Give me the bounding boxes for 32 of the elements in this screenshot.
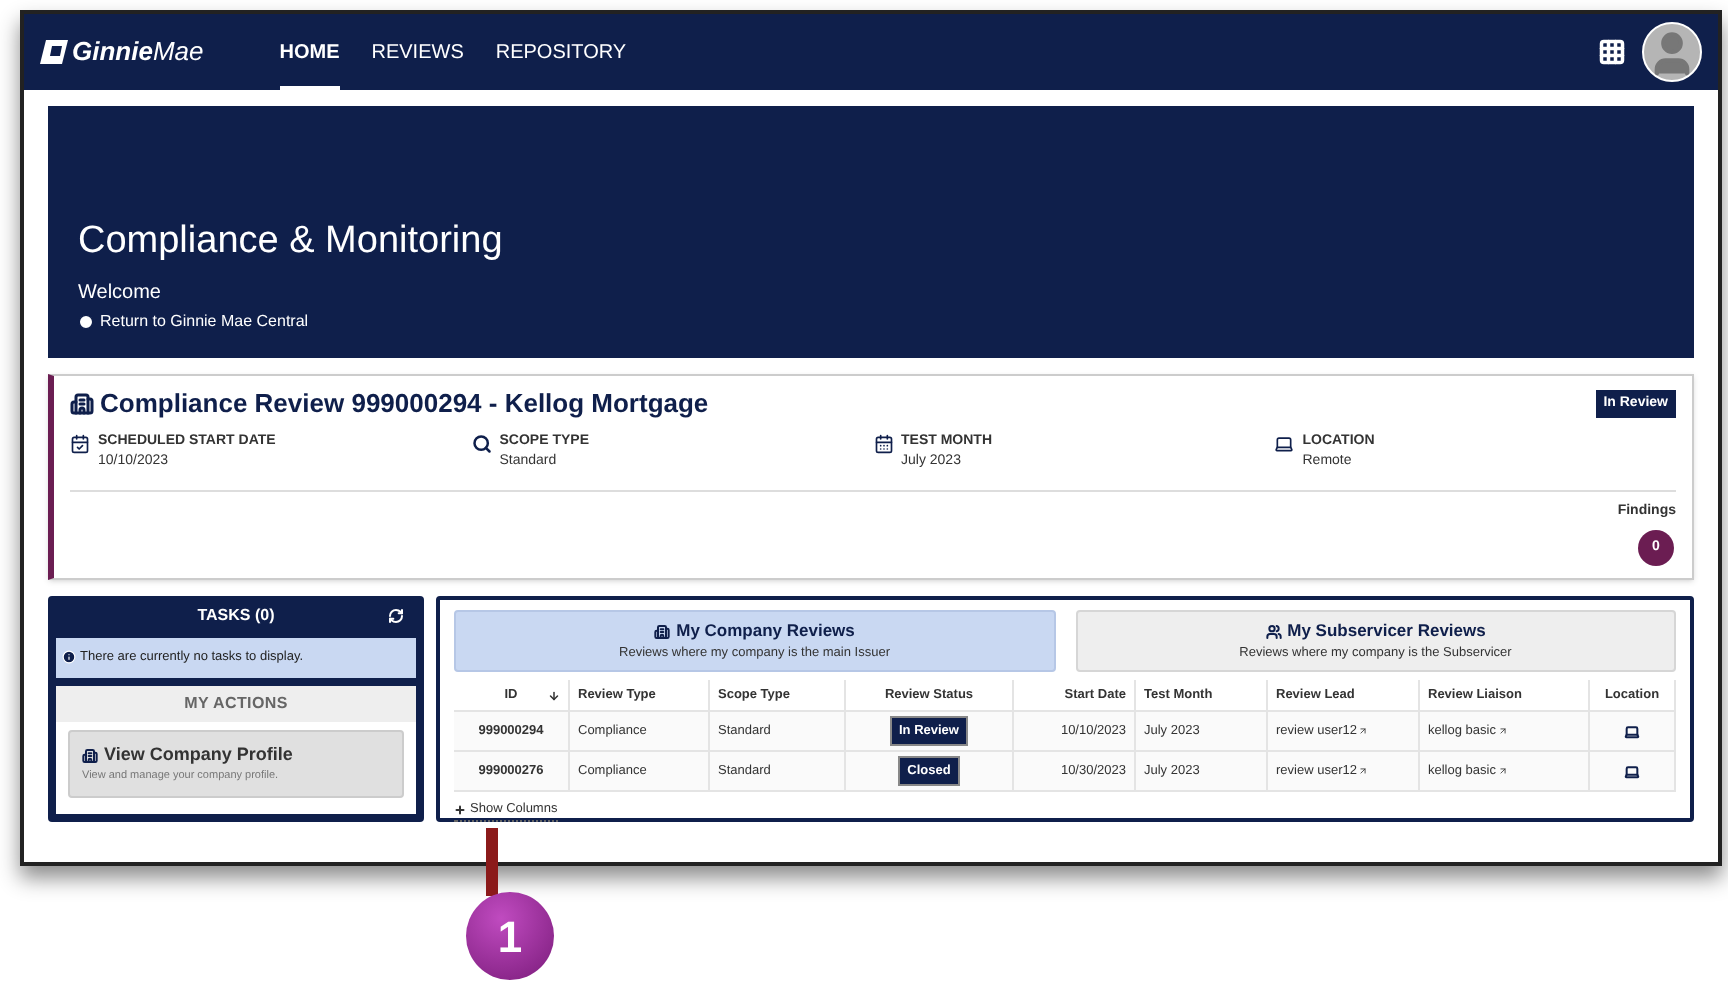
external-link-icon xyxy=(1358,766,1369,776)
calendar-icon xyxy=(873,433,893,453)
avatar[interactable] xyxy=(1642,22,1702,82)
logo[interactable]: GinnieMae xyxy=(40,32,204,72)
tasks-title: TASKS (0) xyxy=(197,604,275,628)
sort-arrow-icon[interactable] xyxy=(548,689,560,701)
external-link-icon xyxy=(1497,766,1508,776)
laptop-icon xyxy=(1624,763,1640,779)
search-icon xyxy=(471,433,492,453)
external-link-icon xyxy=(1358,726,1369,736)
review-title: Compliance Review 999000294 - Kellog Mortgage xyxy=(100,386,709,422)
refresh-icon[interactable] xyxy=(388,608,404,624)
laptop-icon xyxy=(1624,723,1640,739)
users-icon xyxy=(1265,623,1282,640)
page-title: Compliance & Monitoring xyxy=(78,218,505,266)
building-icon xyxy=(654,623,671,640)
return-link[interactable]: Return to Ginnie Mae Central xyxy=(78,310,1664,334)
actions-title: MY ACTIONS xyxy=(184,691,288,716)
plus-icon xyxy=(454,803,466,816)
welcome-text: Welcome xyxy=(78,280,163,308)
building-icon xyxy=(70,391,94,416)
external-link-icon xyxy=(1497,726,1508,736)
info-icon xyxy=(62,650,76,665)
callout-number: 1 xyxy=(466,892,554,980)
apps-grid-icon[interactable] xyxy=(1598,38,1626,66)
laptop-icon xyxy=(1274,433,1295,453)
logo-icon xyxy=(40,40,68,64)
nav-tab[interactable]: HOME xyxy=(279,14,340,90)
nav-tab[interactable]: REPOSITORY xyxy=(495,14,627,90)
nav-tab[interactable]: REVIEWS xyxy=(371,14,464,90)
calendar-icon xyxy=(70,433,90,453)
building-icon xyxy=(82,747,98,763)
